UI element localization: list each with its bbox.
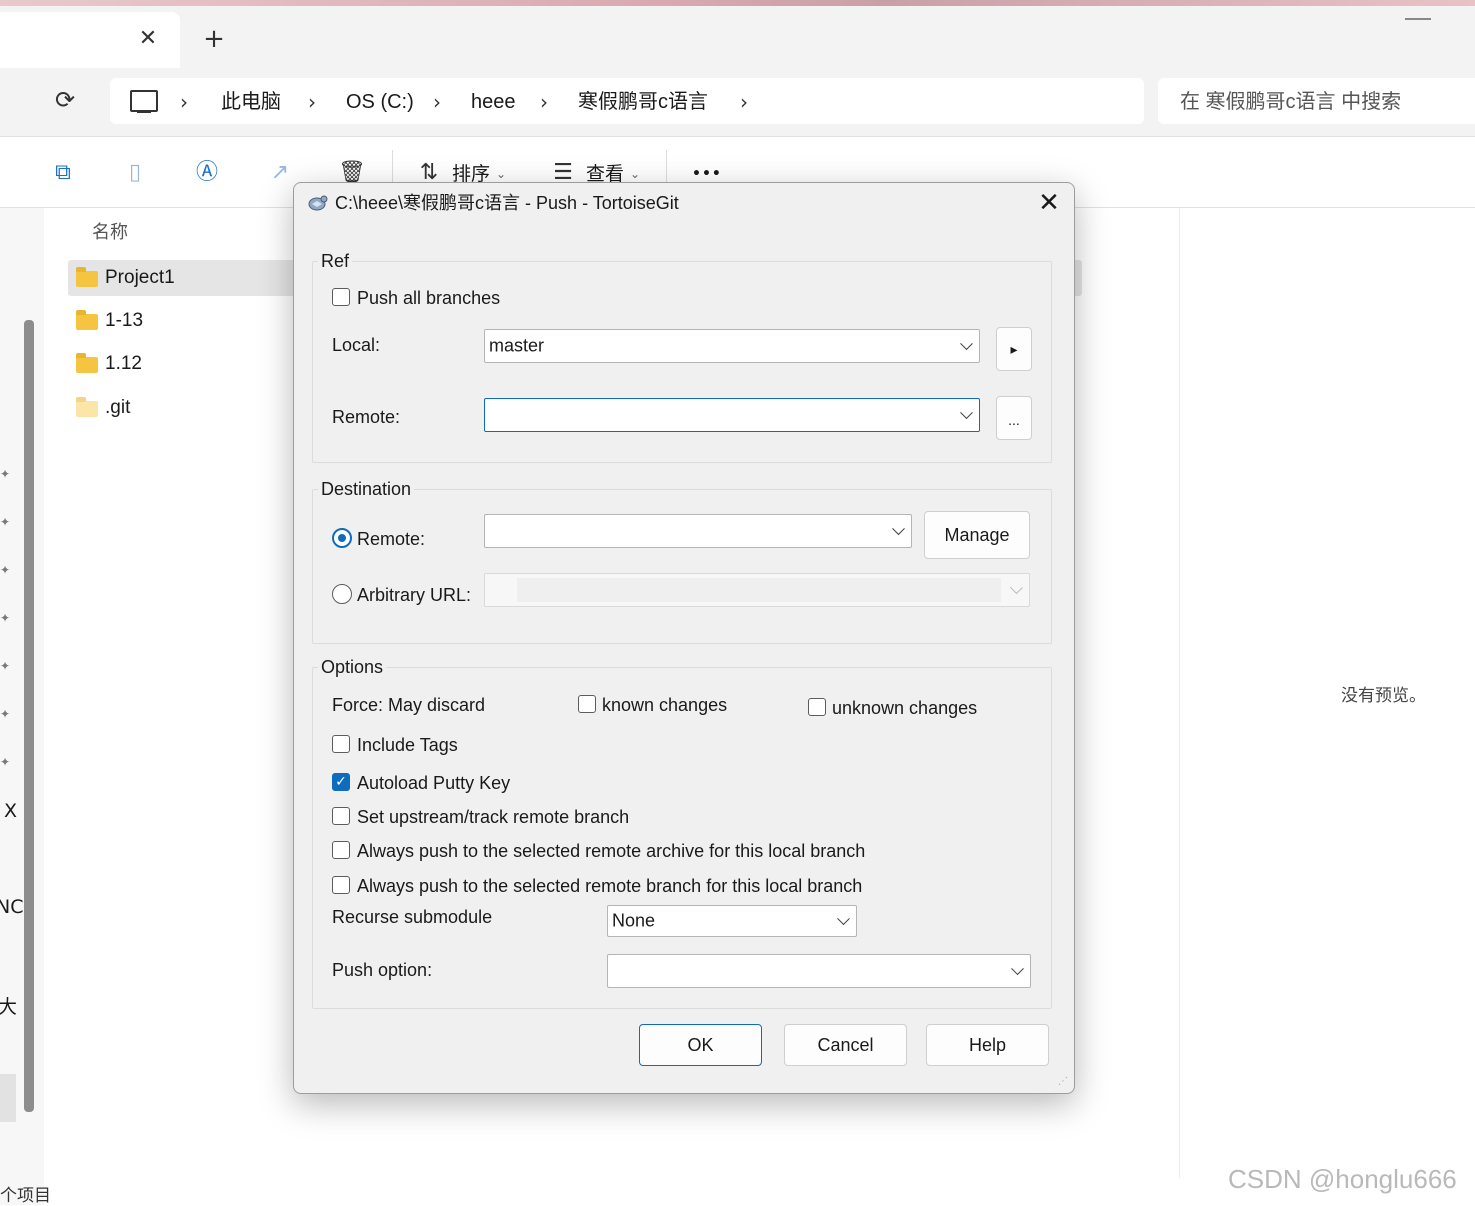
watermark: CSDN @honglu666 [1228, 1164, 1457, 1194]
dialog-title: C:\heee\寒假鹏哥c语言 - Push - TortoiseGit [335, 193, 679, 213]
minimize-icon[interactable] [1405, 18, 1431, 20]
pin-icon: ✦ [0, 659, 11, 673]
nav-item-fragment[interactable]: X [4, 800, 17, 822]
chevron-down-icon [1011, 962, 1024, 976]
ref-remote-label: Remote: [332, 407, 401, 427]
breadcrumb-chevron[interactable]: › [308, 88, 316, 116]
destination-remote-select[interactable] [484, 514, 912, 548]
search-placeholder: 在 寒假鹏哥c语言 中搜索 [1180, 91, 1402, 113]
breadcrumb-chevron[interactable]: › [433, 88, 441, 116]
autoload-putty-label[interactable]: Autoload Putty Key [357, 771, 510, 795]
new-tab-icon[interactable]: + [200, 26, 228, 54]
breadcrumb-chevron[interactable]: › [180, 88, 188, 116]
include-tags-checkbox[interactable] [332, 735, 350, 753]
preview-divider[interactable] [1179, 208, 1180, 1178]
local-label: Local: [332, 335, 381, 355]
set-upstream-checkbox[interactable] [332, 807, 350, 825]
remote-radio[interactable] [332, 528, 352, 548]
breadcrumb-os-c[interactable]: OS (C:) [346, 88, 414, 116]
breadcrumb-chevron[interactable]: › [540, 88, 548, 116]
autoload-putty-checkbox[interactable]: ✓ [332, 773, 350, 791]
copy-icon[interactable]: ⧉ [50, 160, 76, 186]
push-all-branches-checkbox[interactable] [332, 288, 350, 306]
known-changes-checkbox[interactable] [578, 695, 596, 713]
refresh-icon[interactable]: ⟳ [52, 88, 78, 114]
pin-icon: ✦ [0, 611, 11, 625]
nav-item-fragment[interactable]: 大 [0, 992, 17, 1019]
local-branch-select[interactable]: master [484, 329, 980, 363]
remote-branch-select[interactable] [484, 398, 980, 432]
local-branch-value: master [489, 335, 545, 356]
remote-branch-browse-button[interactable]: ... [996, 396, 1032, 440]
chevron-down-icon [837, 912, 850, 926]
recurse-submodule-value: None [612, 910, 656, 931]
arbitrary-url-select [484, 573, 1030, 607]
always-push-branch-checkbox[interactable] [332, 876, 350, 894]
arbitrary-url-field [517, 578, 1001, 602]
manage-button[interactable]: Manage [924, 511, 1030, 559]
destination-group-label: Destination [318, 478, 415, 500]
file-name: Project1 [105, 267, 175, 288]
resize-grip-icon[interactable]: ⋰ [1058, 1076, 1070, 1088]
computer-icon[interactable] [130, 90, 158, 112]
arbitrary-url-radio[interactable] [332, 584, 352, 604]
file-name: 1-13 [105, 310, 144, 331]
pin-icon: ✦ [0, 515, 11, 529]
ref-group-label: Ref [318, 250, 353, 272]
breadcrumb-chevron[interactable]: › [740, 88, 748, 116]
help-button[interactable]: Help [926, 1024, 1049, 1066]
ok-button[interactable]: OK [639, 1024, 762, 1066]
no-preview-text: 没有预览。 [1341, 686, 1426, 706]
nav-scrollbar[interactable] [24, 320, 34, 1112]
file-name: 1.12 [105, 353, 142, 374]
unknown-changes-label[interactable]: unknown changes [832, 696, 977, 720]
tab-close-icon[interactable]: ✕ [136, 28, 160, 52]
computer-icon-stand [137, 111, 151, 113]
breadcrumb-current-folder[interactable]: 寒假鹏哥c语言 [578, 88, 708, 116]
arbitrary-url-label[interactable]: Arbitrary URL: [357, 583, 471, 607]
known-changes-label[interactable]: known changes [602, 693, 727, 717]
nav-selected-item[interactable] [0, 1074, 16, 1122]
status-item-count: 个项目 [0, 1186, 51, 1206]
column-header-name[interactable]: 名称 [92, 220, 128, 244]
close-icon[interactable]: ✕ [1036, 190, 1062, 216]
pin-icon: ✦ [0, 563, 11, 577]
always-push-archive-label[interactable]: Always push to the selected remote archi… [357, 839, 865, 863]
cancel-button[interactable]: Cancel [784, 1024, 907, 1066]
paste-icon[interactable]: ▯ [122, 160, 148, 186]
recurse-submodule-label: Recurse submodule [332, 907, 493, 927]
options-group-label: Options [318, 656, 387, 678]
pin-icon: ✦ [0, 707, 11, 721]
local-branch-menu-button[interactable]: ▸ [996, 327, 1032, 371]
share-icon[interactable]: ↗ [267, 160, 293, 186]
folder-icon [76, 353, 98, 373]
folder-icon [76, 267, 98, 287]
hidden-folder-icon [76, 397, 98, 417]
recurse-submodule-select[interactable]: None [607, 905, 857, 937]
unknown-changes-checkbox[interactable] [808, 698, 826, 716]
nav-item-fragment[interactable]: NC [0, 896, 23, 918]
tortoisegit-icon [308, 195, 328, 211]
chevron-down-icon [960, 337, 973, 351]
breadcrumb-heee[interactable]: heee [471, 88, 516, 116]
pin-icon: ✦ [0, 755, 11, 769]
force-label: Force: May discard [332, 695, 486, 715]
include-tags-label[interactable]: Include Tags [357, 733, 458, 757]
remote-radio-label[interactable]: Remote: [357, 527, 425, 551]
pin-icon: ✦ [0, 467, 11, 481]
push-all-branches-label[interactable]: Push all branches [357, 286, 500, 310]
chevron-down-icon [1010, 581, 1023, 595]
rename-icon[interactable]: Ⓐ [194, 160, 220, 186]
always-push-branch-label[interactable]: Always push to the selected remote branc… [357, 874, 862, 898]
breadcrumb-this-pc[interactable]: 此电脑 [221, 88, 281, 116]
push-option-label: Push option: [332, 960, 433, 980]
push-option-select[interactable] [607, 954, 1031, 988]
always-push-archive-checkbox[interactable] [332, 841, 350, 859]
file-name: .git [105, 397, 131, 418]
chevron-down-icon [960, 406, 973, 420]
chevron-down-icon [892, 522, 905, 536]
folder-icon [76, 310, 98, 330]
set-upstream-label[interactable]: Set upstream/track remote branch [357, 805, 629, 829]
